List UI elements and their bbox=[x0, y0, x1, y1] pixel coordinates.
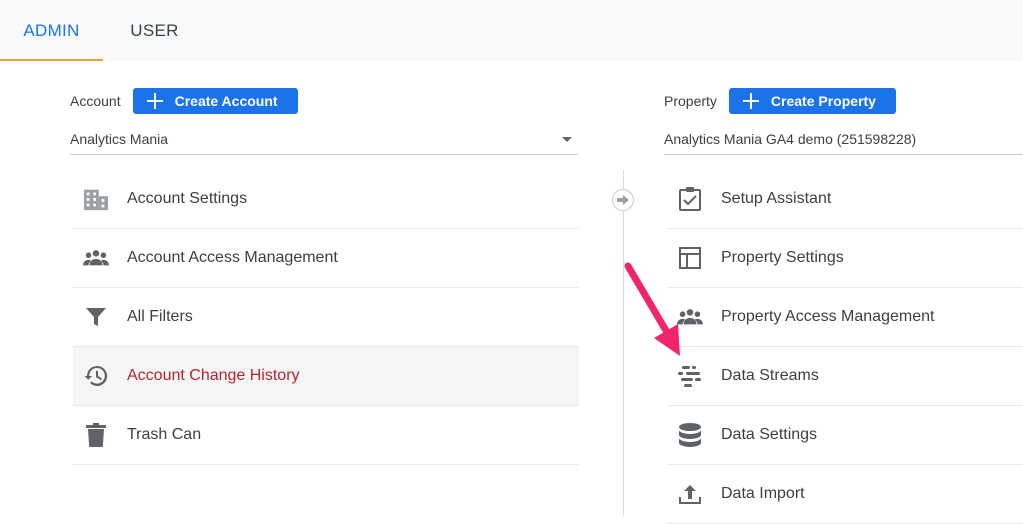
plus-icon bbox=[741, 91, 761, 111]
menu-item-label: Account Settings bbox=[127, 190, 248, 207]
account-settings-item[interactable]: Account Settings bbox=[73, 170, 579, 229]
setup-assistant-item[interactable]: Setup Assistant bbox=[667, 170, 1023, 229]
account-change-history-item[interactable]: Account Change History bbox=[73, 347, 579, 406]
checklist-icon bbox=[677, 186, 703, 212]
annotation-arrow bbox=[624, 262, 680, 356]
trash-can-item[interactable]: Trash Can bbox=[73, 406, 579, 465]
menu-item-label: Data Settings bbox=[721, 426, 818, 443]
menu-item-label: Setup Assistant bbox=[721, 190, 832, 207]
people-icon bbox=[83, 245, 109, 271]
trash-icon bbox=[83, 422, 109, 448]
expand-arrow-icon[interactable] bbox=[612, 189, 634, 211]
property-selector[interactable]: Analytics Mania GA4 demo (251598228) bbox=[664, 124, 1023, 155]
property-menu: Setup Assistant Property Settings Proper… bbox=[667, 170, 1023, 524]
account-header: Account Create Account bbox=[70, 88, 298, 114]
menu-item-label: All Filters bbox=[127, 308, 193, 325]
account-menu: Account Settings Account Access Manageme… bbox=[73, 170, 579, 465]
create-property-label: Create Property bbox=[770, 93, 876, 109]
all-filters-item[interactable]: All Filters bbox=[73, 288, 579, 347]
data-import-item[interactable]: Data Import bbox=[667, 465, 1023, 524]
menu-item-label: Property Settings bbox=[721, 249, 844, 266]
property-header: Property Create Property bbox=[664, 88, 896, 114]
plus-icon bbox=[145, 91, 165, 111]
create-property-button[interactable]: Create Property bbox=[728, 88, 896, 114]
data-settings-item[interactable]: Data Settings bbox=[667, 406, 1023, 465]
history-icon bbox=[83, 363, 109, 389]
top-tab-bar: ADMIN USER bbox=[0, 0, 1023, 61]
database-icon bbox=[677, 422, 703, 448]
account-label: Account bbox=[70, 93, 121, 109]
building-icon bbox=[83, 186, 109, 212]
upload-icon bbox=[677, 481, 703, 507]
data-streams-item[interactable]: Data Streams bbox=[667, 347, 1023, 406]
streams-icon bbox=[677, 363, 703, 389]
menu-item-label: Property Access Management bbox=[721, 308, 935, 325]
tab-user[interactable]: USER bbox=[103, 0, 206, 61]
menu-item-label: Account Access Management bbox=[127, 249, 338, 266]
property-access-management-item[interactable]: Property Access Management bbox=[667, 288, 1023, 347]
menu-item-label: Data Import bbox=[721, 485, 805, 502]
property-settings-item[interactable]: Property Settings bbox=[667, 229, 1023, 288]
create-account-button[interactable]: Create Account bbox=[132, 88, 298, 114]
menu-item-label: Account Change History bbox=[127, 367, 300, 384]
filter-icon bbox=[83, 304, 109, 330]
account-access-management-item[interactable]: Account Access Management bbox=[73, 229, 579, 288]
property-selected-value: Analytics Mania GA4 demo (251598228) bbox=[664, 131, 917, 147]
tab-admin[interactable]: ADMIN bbox=[0, 0, 103, 61]
menu-item-label: Data Streams bbox=[721, 367, 819, 384]
dropdown-caret-icon bbox=[562, 137, 572, 142]
menu-item-label: Trash Can bbox=[127, 426, 202, 443]
account-selector[interactable]: Analytics Mania bbox=[70, 124, 578, 155]
create-account-label: Create Account bbox=[174, 93, 278, 109]
property-label: Property bbox=[664, 93, 717, 109]
account-selected-value: Analytics Mania bbox=[70, 131, 169, 147]
